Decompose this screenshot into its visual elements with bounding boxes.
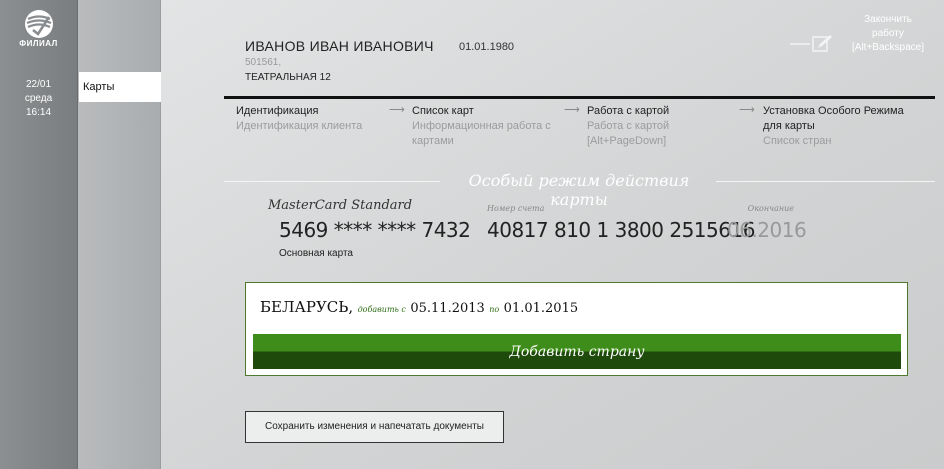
expiry-value: 06.2016 (727, 218, 807, 242)
country-entry[interactable]: БЕЛАРУСЬ, добавить с 05.11.2013 по 01.01… (260, 298, 578, 317)
sberbank-logo-icon (25, 10, 53, 38)
client-code: 501561, (245, 57, 282, 68)
step-subtitle: Идентификация клиента (236, 120, 363, 132)
step-title: Идентификация (236, 105, 319, 117)
arrow-right-icon: ⟶ (564, 104, 580, 116)
step-title: Установка Особого Режима для карты (763, 105, 904, 132)
finish-line1: Закончить (864, 14, 912, 25)
branch-label: ФИЛИАЛ (19, 39, 58, 48)
date-to[interactable]: 01.01.2015 (504, 301, 578, 316)
date-label: 22/01 (25, 79, 52, 90)
card-number: 5469 **** **** 7432 (279, 218, 471, 242)
arrow-right-icon: ⟶ (389, 104, 405, 116)
section-divider (716, 181, 935, 182)
country-name: БЕЛАРУСЬ, (260, 298, 354, 316)
to-label: по (489, 305, 500, 314)
edit-icon[interactable] (790, 34, 834, 54)
nav-column (78, 0, 161, 469)
add-country-label: Добавить страну (509, 344, 645, 360)
section-divider (224, 181, 440, 182)
card-label: Основная карта (279, 248, 353, 259)
time-label: 16:14 (25, 107, 52, 118)
date-from[interactable]: 05.11.2013 (410, 301, 484, 316)
step-card-list: Список карт Информационная работа с карт… (412, 104, 557, 149)
client-address: ТЕАТРАЛЬНАЯ 12 (245, 72, 331, 83)
step-subtitle: Список стран (763, 135, 832, 147)
client-dob: 01.01.1980 (459, 41, 515, 53)
account-label: Номер счета (487, 204, 545, 213)
arrow-right-icon: ⟶ (739, 104, 755, 116)
save-and-print-button[interactable]: Сохранить изменения и напечатать докумен… (245, 411, 504, 443)
add-country-button[interactable]: Добавить страну (253, 334, 901, 369)
section-title: Особый режим действия карты (468, 171, 690, 209)
step-special-mode: Установка Особого Режима для карты Списо… (763, 104, 923, 149)
step-subtitle: Работа с картой [Alt+PageDown] (587, 120, 670, 147)
divider (224, 96, 935, 99)
expiry-label: Окончание (747, 204, 794, 213)
step-identification: Идентификация Идентификация клиента (236, 104, 376, 134)
step-card-work: Работа с картой Работа с картой [Alt+Pag… (587, 104, 717, 149)
add-from-label: добавить с (357, 305, 406, 314)
account-number: 40817 810 1 3800 2515616 (487, 218, 755, 242)
finish-line2: работу (872, 28, 904, 39)
country-panel: БЕЛАРУСЬ, добавить с 05.11.2013 по 01.01… (245, 282, 908, 376)
left-rail: ФИЛИАЛ 22/01 среда 16:14 (0, 0, 78, 469)
step-title: Список карт (412, 105, 474, 117)
finish-shortcut: [Alt+Backspace] (852, 42, 924, 53)
weekday-label: среда (24, 93, 53, 104)
step-title: Работа с картой (587, 105, 670, 117)
step-subtitle: Информационная работа с картами (412, 120, 551, 147)
client-name: ИВАНОВ ИВАН ИВАНОВИЧ (245, 38, 434, 54)
finish-work-button[interactable]: Закончить работу [Alt+Backspace] (848, 13, 928, 55)
card-type: MasterCard Standard (268, 198, 413, 213)
